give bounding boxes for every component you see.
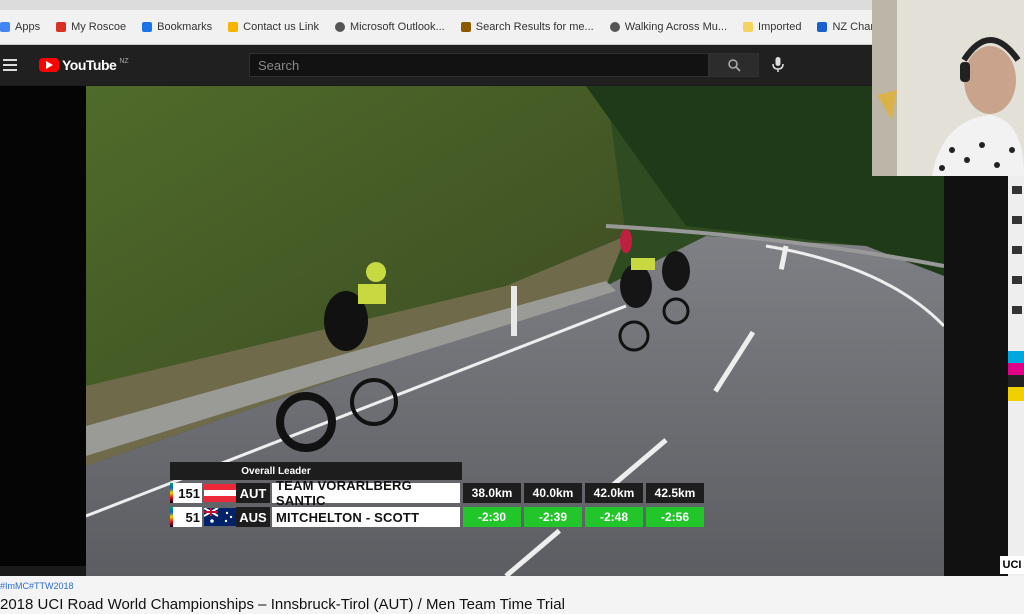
australia-flag-icon <box>204 508 236 526</box>
windows-icon <box>228 22 239 32</box>
team-name: MITCHELTON - SCOTT <box>272 507 460 527</box>
webcam-person <box>872 0 1024 176</box>
address-bar-strip <box>0 0 872 10</box>
team-row: 51 AUS MITCHELTON - SCOTT -2:30 -2:39 -2… <box>170 506 704 528</box>
split-distance: 40.0km <box>524 483 582 503</box>
webcam-overlay <box>872 0 1024 176</box>
country-code: AUT <box>236 483 270 503</box>
team-position: 51 <box>170 507 202 527</box>
team-row: 151 AUT TEAM VORARLBERG SANTIC 38.0km 40… <box>170 478 704 508</box>
video-hashtag-link[interactable]: #ImMC#TTW2018 <box>0 581 74 591</box>
team-name: TEAM VORARLBERG SANTIC <box>272 478 460 508</box>
bookmark-folder-imported[interactable]: Imported <box>743 21 801 33</box>
globe-icon <box>609 22 620 32</box>
video-right-black-area <box>944 176 1008 581</box>
toolbar-icons <box>1008 186 1024 401</box>
search-icon <box>728 59 741 72</box>
search-button[interactable] <box>709 53 759 77</box>
time-gap: -2:39 <box>524 507 582 527</box>
split-distance: 38.0km <box>463 483 521 503</box>
bookmark-icon <box>817 22 828 32</box>
youtube-logo[interactable]: YouTube NZ <box>39 57 129 73</box>
youtube-play-icon <box>39 58 59 72</box>
hamburger-menu-icon[interactable] <box>3 56 17 74</box>
bookmark-apps[interactable]: Apps <box>0 21 40 33</box>
time-gap: -2:48 <box>585 507 643 527</box>
microphone-icon[interactable] <box>772 57 784 73</box>
team-position: 151 <box>170 483 202 503</box>
bookmark-6[interactable]: Walking Across Mu... <box>609 21 727 33</box>
apps-icon <box>0 22 10 32</box>
split-distance: 42.0km <box>585 483 643 503</box>
star-icon <box>142 22 153 32</box>
youtube-header: YouTube NZ Search <box>0 45 872 85</box>
bookmark-5[interactable]: Search Results for me... <box>460 21 594 33</box>
time-gap: -2:56 <box>646 507 704 527</box>
austria-flag-icon <box>204 484 236 502</box>
bookmark-4[interactable]: Microsoft Outlook... <box>334 21 445 33</box>
folder-icon <box>743 22 754 32</box>
country-code: AUS <box>236 507 270 527</box>
video-left-black-area <box>0 86 90 566</box>
bookmark-3[interactable]: Contact us Link <box>228 21 319 33</box>
split-distance: 42.5km <box>646 483 704 503</box>
time-gap: -2:30 <box>463 507 521 527</box>
bookmark-8[interactable]: NZ Chamber Checklist <box>817 21 872 33</box>
side-toolbar <box>1008 176 1024 581</box>
bookmark-2[interactable]: Bookmarks <box>142 21 212 33</box>
video-title: 2018 UCI Road World Championships – Inns… <box>0 596 565 613</box>
search-input[interactable]: Search <box>249 53 709 77</box>
bookmark-1[interactable]: My Roscoe <box>56 21 126 33</box>
globe-icon <box>334 22 345 32</box>
bookmark-icon <box>56 22 67 32</box>
bookmark-icon <box>460 22 471 32</box>
uci-corner-logo: UCI <box>1000 556 1024 574</box>
bookmarks-bar: Apps My Roscoe Bookmarks Contact us Link… <box>0 10 872 45</box>
